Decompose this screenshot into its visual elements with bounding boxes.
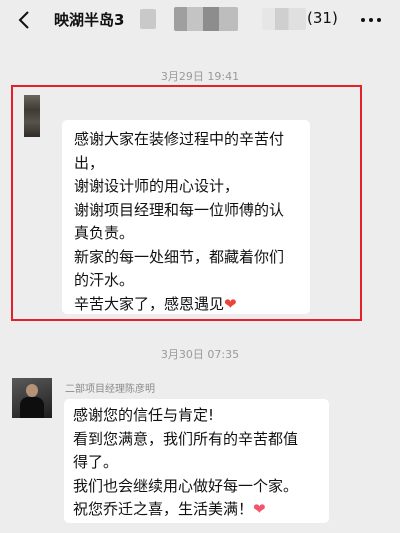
message-text: 祝您乔迁之喜，生活美满！: [73, 500, 254, 518]
message-line: 出，: [74, 153, 105, 172]
message-line-last: 祝您乔迁之喜，生活美满！❤: [73, 498, 321, 522]
message-line: 我们也会继续用心做好每一个家。: [73, 476, 299, 495]
message-line: 感谢您的信任与肯定!: [73, 406, 215, 424]
message-line: 谢谢项目经理和每一位师傅的认: [74, 200, 285, 219]
message-line: 谢谢设计师的用心设计，: [74, 177, 240, 195]
message-line: 看到您满意，我们所有的辛苦都值: [73, 429, 299, 448]
sender-name: 二部项目经理陈彦明: [65, 384, 155, 395]
heart-emoji-icon: ❤: [253, 500, 266, 518]
message-line: 真负责。: [74, 224, 135, 242]
message-line: 新家的每一处细节，都藏着你们: [74, 247, 285, 266]
chat-title: 映湖半岛3: [54, 11, 125, 29]
message-timestamp: 3月29日 19:41: [160, 70, 240, 83]
message-bubble[interactable]: 感谢您的信任与肯定! 看到您满意，我们所有的辛苦都值 得了。 我们也会继续用心做…: [64, 399, 329, 523]
message-line-last: 辛苦大家了，感恩遇见❤: [74, 293, 300, 317]
avatar[interactable]: [12, 378, 52, 418]
chat-header: 映湖半岛3 (31): [0, 0, 400, 40]
avatar[interactable]: [24, 95, 40, 137]
heart-emoji-icon: ❤: [224, 294, 237, 313]
obscured-title-part: [140, 9, 156, 29]
ellipsis-icon[interactable]: [359, 10, 383, 30]
message-bubble[interactable]: 感谢大家在装修过程中的辛苦付 出， 谢谢设计师的用心设计， 谢谢项目经理和每一位…: [62, 120, 310, 314]
message-text: 辛苦大家了，感恩遇见: [74, 294, 225, 313]
message-line: 的汗水。: [74, 271, 135, 289]
chevron-left-icon[interactable]: [14, 7, 36, 33]
obscured-title-part: [174, 7, 238, 31]
member-count: (31): [307, 9, 338, 27]
message-line: 感谢大家在装修过程中的辛苦付: [74, 130, 285, 148]
message-timestamp: 3月30日 07:35: [160, 348, 240, 361]
obscured-title-part: [262, 8, 306, 30]
message-line: 得了。: [73, 453, 119, 471]
